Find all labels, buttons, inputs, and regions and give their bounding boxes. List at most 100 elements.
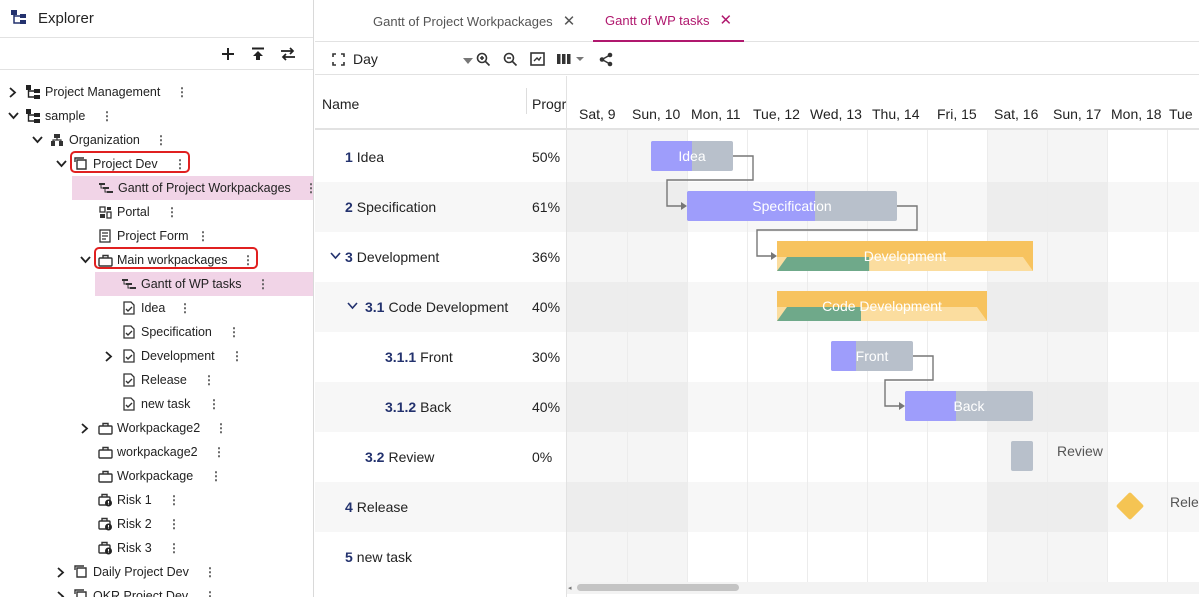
- chevron-right-icon[interactable]: [78, 421, 92, 435]
- chevron-right-icon[interactable]: [54, 589, 68, 597]
- column-header-name[interactable]: Name: [322, 96, 359, 112]
- more-options-icon[interactable]: ⋮: [204, 565, 216, 579]
- tree-item-workpackage2[interactable]: Workpackage2 ⋮: [0, 416, 313, 440]
- more-options-icon[interactable]: ⋮: [179, 301, 191, 315]
- columns-icon[interactable]: [556, 49, 586, 69]
- fit-icon[interactable]: [331, 49, 345, 69]
- tree-item-label: Daily Project Dev: [93, 565, 189, 579]
- more-options-icon[interactable]: ⋮: [228, 325, 240, 339]
- more-options-icon[interactable]: ⋮: [215, 421, 227, 435]
- table-row[interactable]: 3.1 Code Development 40%: [315, 282, 566, 332]
- table-row[interactable]: 2 Specification 61%: [315, 182, 566, 232]
- chevron-down-icon[interactable]: [6, 109, 20, 123]
- tree-item-daily-project-dev[interactable]: Daily Project Dev ⋮: [0, 560, 313, 584]
- task-name-cell: 4 Release: [345, 499, 408, 515]
- add-icon[interactable]: [218, 44, 238, 64]
- tree-item-project-form[interactable]: Project Form ⋮: [0, 224, 313, 248]
- tree-item-okr-project-dev[interactable]: OKR Project Dev ⋮: [0, 584, 313, 597]
- tree-item-idea[interactable]: Idea ⋮: [0, 296, 313, 320]
- more-options-icon[interactable]: ⋮: [101, 109, 113, 123]
- scroll-left-icon[interactable]: ◂: [568, 584, 572, 592]
- chevron-down-icon[interactable]: [30, 133, 44, 147]
- chevron-right-icon[interactable]: [54, 565, 68, 579]
- more-options-icon[interactable]: ⋮: [203, 373, 215, 387]
- summary-bar-code-development[interactable]: Code Development: [777, 291, 987, 321]
- chevron-down-icon[interactable]: [328, 249, 342, 263]
- tree-item-workpackage[interactable]: Workpackage ⋮: [0, 464, 313, 488]
- sync-icon[interactable]: [278, 44, 298, 64]
- table-row[interactable]: 3.2 Review 0%: [315, 432, 566, 482]
- tree-item-gantt-wp-tasks[interactable]: Gantt of WP tasks ⋮: [95, 272, 313, 296]
- tree-item-portal[interactable]: Portal ⋮: [0, 200, 313, 224]
- task-bar-idea[interactable]: Idea: [651, 141, 733, 171]
- tree-item-workpackage2-lower[interactable]: workpackage2 ⋮: [0, 440, 313, 464]
- column-resize-handle[interactable]: [526, 88, 527, 114]
- table-row[interactable]: 3.1.2 Back 40%: [315, 382, 566, 432]
- chevron-right-icon[interactable]: [102, 349, 116, 363]
- chevron-right-icon[interactable]: [6, 85, 20, 99]
- tree-item-release[interactable]: Release ⋮: [0, 368, 313, 392]
- tree-item-development[interactable]: Development ⋮: [0, 344, 313, 368]
- tab-gantt-wp-tasks[interactable]: Gantt of WP tasks ✕: [593, 0, 745, 42]
- more-options-icon[interactable]: ⋮: [213, 445, 225, 459]
- chevron-down-icon[interactable]: [345, 299, 359, 313]
- tree-item-gantt-project-workpackages[interactable]: Gantt of Project Workpackages ⋮: [72, 176, 313, 200]
- zoom-in-icon[interactable]: [475, 49, 491, 69]
- chevron-down-icon[interactable]: [78, 253, 92, 267]
- tree-item-risk-3[interactable]: Risk 3 ⋮: [0, 536, 313, 560]
- tree-item-new-task[interactable]: new task ⋮: [0, 392, 313, 416]
- tree-item-organization[interactable]: Organization ⋮: [0, 128, 313, 152]
- tab-gantt-project-workpackages[interactable]: Gantt of Project Workpackages ✕: [373, 0, 575, 42]
- more-options-icon[interactable]: ⋮: [155, 133, 167, 147]
- more-options-icon[interactable]: ⋮: [210, 469, 222, 483]
- chevron-down-icon[interactable]: [54, 157, 68, 171]
- more-options-icon[interactable]: ⋮: [305, 181, 313, 195]
- task-bar-review[interactable]: [1011, 441, 1033, 471]
- table-row[interactable]: 4 Release: [315, 482, 566, 532]
- table-row[interactable]: 3 Development 36%: [315, 232, 566, 282]
- tree-item-risk-2[interactable]: Risk 2 ⋮: [0, 512, 313, 536]
- bar-label: Rele: [1170, 494, 1199, 510]
- task-number: 5: [345, 549, 353, 565]
- tree-item-sample[interactable]: sample ⋮: [0, 104, 313, 128]
- task-progress: 40%: [532, 399, 561, 415]
- task-name: Review: [388, 449, 435, 465]
- more-options-icon[interactable]: ⋮: [168, 517, 180, 531]
- summary-bar-development[interactable]: Development: [777, 241, 1033, 271]
- zoom-out-icon[interactable]: [502, 49, 518, 69]
- table-row[interactable]: 5 new task: [315, 532, 566, 582]
- more-options-icon[interactable]: ⋮: [176, 85, 188, 99]
- tab-label: Gantt of WP tasks: [605, 12, 710, 28]
- collapse-all-icon[interactable]: [248, 44, 268, 64]
- task-progress: 50%: [532, 149, 561, 165]
- more-options-icon[interactable]: ⋮: [204, 589, 216, 597]
- more-options-icon[interactable]: ⋮: [166, 205, 178, 219]
- more-options-icon[interactable]: ⋮: [168, 493, 180, 507]
- tree-item-label: workpackage2: [117, 445, 198, 459]
- tree-item-risk-1[interactable]: Risk 1 ⋮: [0, 488, 313, 512]
- horizontal-scrollbar[interactable]: ◂: [567, 582, 1199, 594]
- close-icon[interactable]: ✕: [720, 11, 733, 29]
- more-options-icon[interactable]: ⋮: [257, 277, 269, 291]
- table-row[interactable]: 3.1.1 Front 30%: [315, 332, 566, 382]
- more-options-icon[interactable]: ⋮: [197, 229, 209, 243]
- task-bar-specification[interactable]: Specification: [687, 191, 897, 221]
- more-options-icon[interactable]: ⋮: [231, 349, 243, 363]
- column-header-progress[interactable]: Progr: [532, 96, 566, 112]
- task-name: Idea: [356, 149, 385, 165]
- tab-label: Gantt of Project Workpackages: [373, 13, 553, 29]
- scrollbar-thumb[interactable]: [577, 584, 739, 591]
- task-name-cell: 1 Idea: [345, 149, 384, 165]
- more-options-icon[interactable]: ⋮: [168, 541, 180, 555]
- table-row[interactable]: 1 Idea 50%: [315, 132, 566, 182]
- task-bar-back[interactable]: Back: [905, 391, 1033, 421]
- task-number: 3.2: [365, 449, 385, 465]
- more-options-icon[interactable]: ⋮: [208, 397, 220, 411]
- fit-screen-icon[interactable]: [529, 49, 545, 69]
- scale-select[interactable]: Day: [353, 49, 473, 69]
- tree-item-specification[interactable]: Specification ⋮: [0, 320, 313, 344]
- task-bar-front[interactable]: Front: [831, 341, 913, 371]
- share-icon[interactable]: [598, 49, 614, 69]
- tree-item-project-management[interactable]: Project Management ⋮: [0, 80, 313, 104]
- close-icon[interactable]: ✕: [563, 12, 576, 30]
